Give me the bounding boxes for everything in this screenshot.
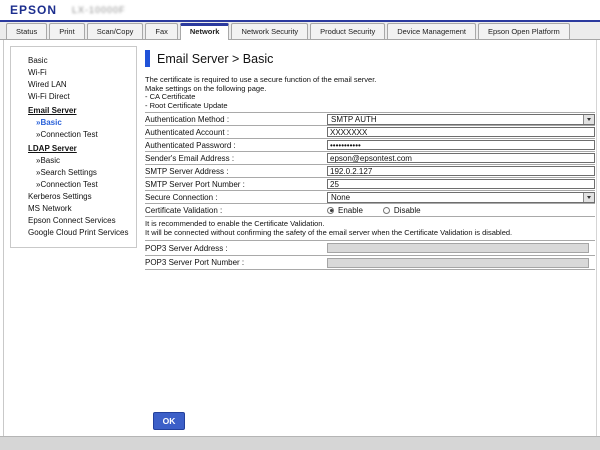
form-row-pop3-server-port-number: POP3 Server Port Number : xyxy=(145,255,595,270)
page-title-row: Email Server > Basic xyxy=(145,50,595,67)
smtp-server-address-label: SMTP Server Address : xyxy=(145,167,327,176)
printer-model-name: LX-10000F xyxy=(72,5,126,15)
chevron-down-icon xyxy=(587,118,591,121)
note-line: It will be connected without confirming … xyxy=(145,228,595,237)
pop3-server-address-input xyxy=(327,243,589,253)
intro-line: - Root Certificate Update xyxy=(145,102,595,111)
sidebar-item-ldap-basic[interactable]: »Basic xyxy=(11,155,136,167)
sidebar-section-email-server[interactable]: Email Server xyxy=(11,105,136,117)
certificate-validation-radio-group: Enable Disable xyxy=(327,206,437,215)
tab-device-management[interactable]: Device Management xyxy=(387,23,476,39)
main-tabbar: Status Print Scan/Copy Fax Network Netwo… xyxy=(0,22,600,40)
secure-connection-label: Secure Connection : xyxy=(145,193,327,202)
pop3-server-port-number-input xyxy=(327,258,589,268)
ok-button[interactable]: OK xyxy=(153,412,185,430)
intro-line: Make settings on the following page. xyxy=(145,85,595,94)
tab-network-security[interactable]: Network Security xyxy=(231,23,308,39)
chevron-down-icon xyxy=(587,196,591,199)
content-area: Basic Wi-Fi Wired LAN Wi-Fi Direct Email… xyxy=(0,40,600,437)
certificate-validation-enable-radio[interactable] xyxy=(327,207,334,214)
form-row-smtp-server-port-number: SMTP Server Port Number : xyxy=(145,177,595,190)
certificate-validation-label: Certificate Validation : xyxy=(145,206,327,215)
sidebar-item-wifi[interactable]: Wi-Fi xyxy=(11,67,136,79)
content-left-edge xyxy=(3,40,4,436)
sidebar-section-ldap-server[interactable]: LDAP Server xyxy=(11,143,136,155)
email-server-form: Authentication Method : SMTP AUTH Authen… xyxy=(145,112,595,270)
tab-fax[interactable]: Fax xyxy=(145,23,178,39)
app-header: EPSON LX-10000F xyxy=(0,0,600,20)
title-accent-bar xyxy=(145,50,150,67)
note-line: It is recommended to enable the Certific… xyxy=(145,219,595,228)
tab-epson-open-platform[interactable]: Epson Open Platform xyxy=(478,23,570,39)
tab-product-security[interactable]: Product Security xyxy=(310,23,385,39)
authenticated-account-label: Authenticated Account : xyxy=(145,128,327,137)
authenticated-password-input[interactable] xyxy=(327,140,595,150)
dropdown-button xyxy=(583,115,594,124)
sidebar-item-email-server-basic[interactable]: »Basic xyxy=(11,117,136,129)
form-row-secure-connection: Secure Connection : None xyxy=(145,190,595,203)
smtp-server-port-number-input[interactable] xyxy=(327,179,595,189)
sidebar-item-ms-network[interactable]: MS Network xyxy=(11,203,136,215)
page-title: Email Server > Basic xyxy=(157,52,273,66)
sidebar-item-wired-lan[interactable]: Wired LAN xyxy=(11,79,136,91)
form-row-authenticated-password: Authenticated Password : xyxy=(145,138,595,151)
certificate-validation-disable-label: Disable xyxy=(394,206,421,215)
sidebar-item-email-server-connection-test[interactable]: »Connection Test xyxy=(11,129,136,141)
sidebar-item-epson-connect-services[interactable]: Epson Connect Services xyxy=(11,215,136,227)
certificate-validation-enable-label: Enable xyxy=(338,206,363,215)
form-row-pop3-server-address: POP3 Server Address : xyxy=(145,240,595,255)
main-panel: Email Server > Basic The certificate is … xyxy=(145,40,595,270)
secure-connection-select[interactable]: None xyxy=(327,192,595,203)
content-right-edge xyxy=(596,40,597,436)
sidebar-item-kerberos-settings[interactable]: Kerberos Settings xyxy=(11,191,136,203)
sidebar-item-google-cloud-print-services[interactable]: Google Cloud Print Services xyxy=(11,227,136,239)
form-row-authenticated-account: Authenticated Account : xyxy=(145,125,595,138)
senders-email-address-input[interactable] xyxy=(327,153,595,163)
pop3-server-port-number-label: POP3 Server Port Number : xyxy=(145,258,327,267)
smtp-server-address-input[interactable] xyxy=(327,166,595,176)
tab-scan-copy[interactable]: Scan/Copy xyxy=(87,23,144,39)
form-row-smtp-server-address: SMTP Server Address : xyxy=(145,164,595,177)
epson-logo: EPSON xyxy=(10,3,57,17)
form-row-senders-email-address: Sender's Email Address : xyxy=(145,151,595,164)
certificate-validation-note: It is recommended to enable the Certific… xyxy=(145,216,595,240)
pop3-server-address-label: POP3 Server Address : xyxy=(145,244,327,253)
authentication-method-select[interactable]: SMTP AUTH xyxy=(327,114,595,125)
intro-text: The certificate is required to use a sec… xyxy=(145,76,595,110)
sidebar-item-ldap-search-settings[interactable]: »Search Settings xyxy=(11,167,136,179)
certificate-validation-disable-radio[interactable] xyxy=(383,207,390,214)
sidebar-item-ldap-connection-test[interactable]: »Connection Test xyxy=(11,179,136,191)
authentication-method-value: SMTP AUTH xyxy=(331,115,377,124)
form-row-authentication-method: Authentication Method : SMTP AUTH xyxy=(145,112,595,125)
page-bottom-strip xyxy=(0,437,600,450)
sidebar-item-wifi-direct[interactable]: Wi-Fi Direct xyxy=(11,91,136,103)
secure-connection-value: None xyxy=(331,193,350,202)
authentication-method-label: Authentication Method : xyxy=(145,115,327,124)
senders-email-address-label: Sender's Email Address : xyxy=(145,154,327,163)
form-row-certificate-validation: Certificate Validation : Enable Disable xyxy=(145,203,595,216)
tab-print[interactable]: Print xyxy=(49,23,84,39)
smtp-server-port-number-label: SMTP Server Port Number : xyxy=(145,180,327,189)
network-sidebar: Basic Wi-Fi Wired LAN Wi-Fi Direct Email… xyxy=(10,46,137,248)
tab-network[interactable]: Network xyxy=(180,23,230,40)
authenticated-account-input[interactable] xyxy=(327,127,595,137)
tab-status[interactable]: Status xyxy=(6,23,47,39)
dropdown-button xyxy=(583,193,594,202)
sidebar-item-basic[interactable]: Basic xyxy=(11,55,136,67)
authenticated-password-label: Authenticated Password : xyxy=(145,141,327,150)
